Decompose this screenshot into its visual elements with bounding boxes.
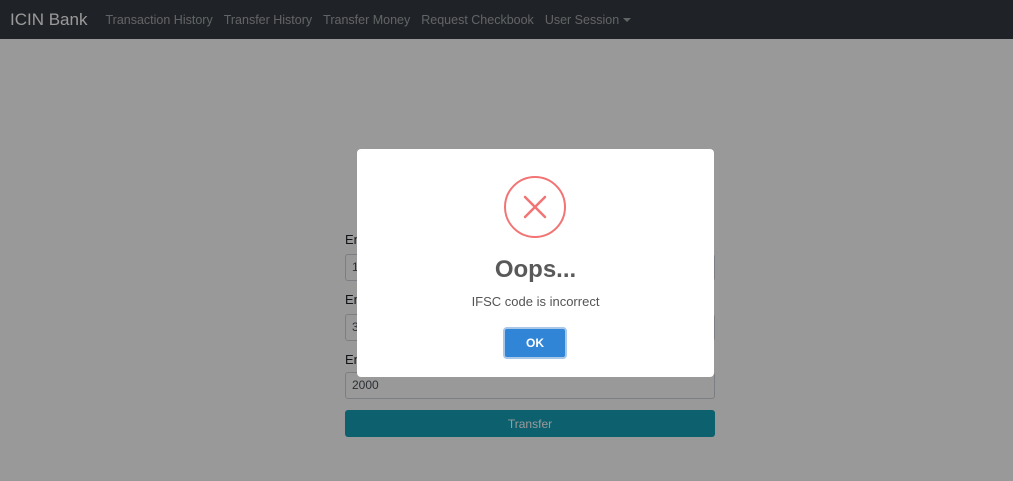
error-x-icon xyxy=(504,176,566,238)
dialog-message: IFSC code is incorrect xyxy=(471,294,600,309)
dialog-title: Oops... xyxy=(494,256,577,283)
ok-button[interactable]: OK xyxy=(503,327,567,359)
error-dialog: Oops... IFSC code is incorrect OK xyxy=(357,149,714,377)
